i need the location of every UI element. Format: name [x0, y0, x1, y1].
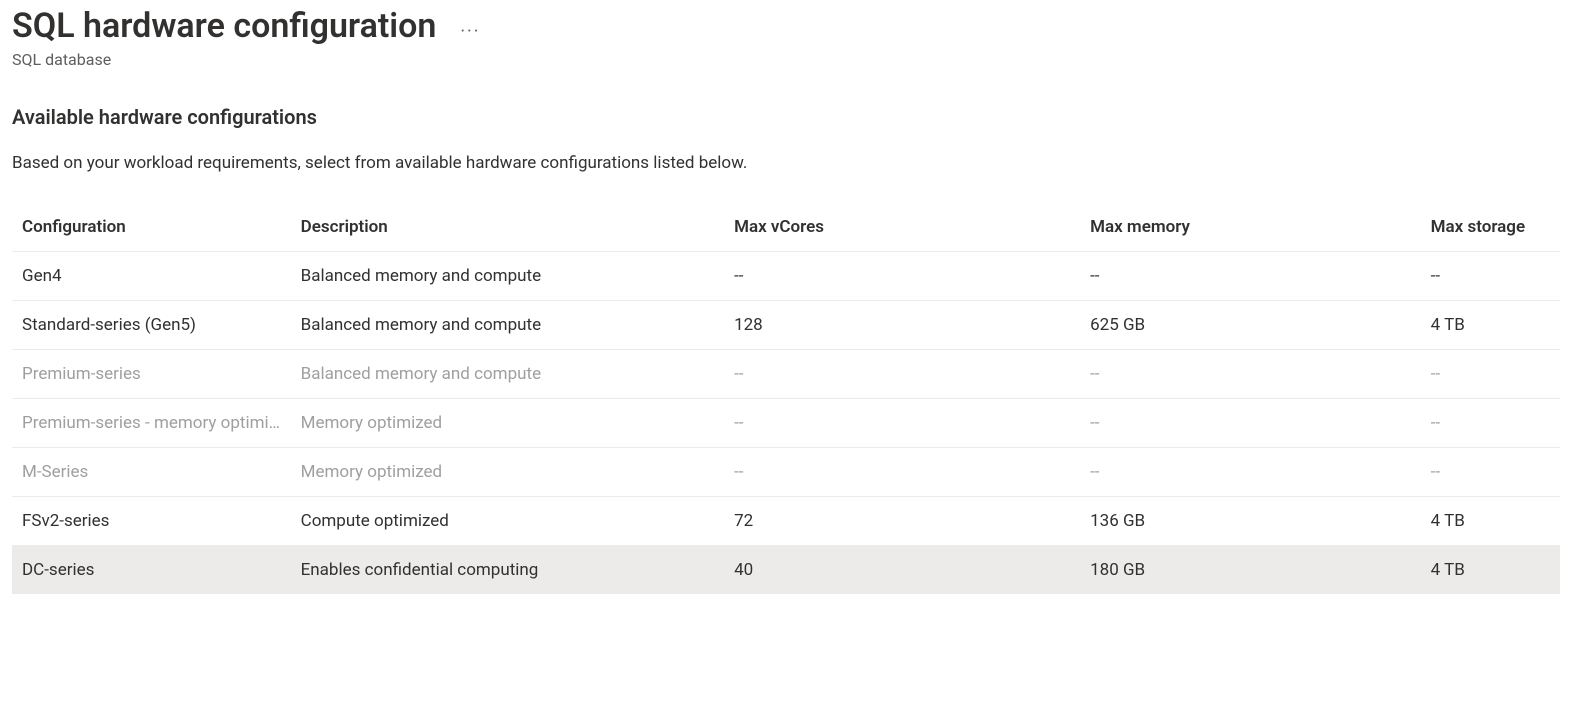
- table-header-row: Configuration Description Max vCores Max…: [12, 207, 1560, 252]
- section-description: Based on your workload requirements, sel…: [12, 153, 1560, 173]
- cell-configuration: Standard-series (Gen5): [12, 301, 291, 350]
- cell-max-memory: 180 GB: [1080, 546, 1421, 595]
- section-heading: Available hardware configurations: [12, 105, 1560, 129]
- cell-max-vcores: --: [724, 252, 1080, 301]
- cell-max-memory: --: [1080, 252, 1421, 301]
- cell-description: Balanced memory and compute: [291, 350, 724, 399]
- cell-configuration: Premium-series: [12, 350, 291, 399]
- col-header-description[interactable]: Description: [291, 207, 724, 252]
- cell-max-storage: --: [1421, 399, 1560, 448]
- cell-max-storage: --: [1421, 448, 1560, 497]
- table-row: M-SeriesMemory optimized------: [12, 448, 1560, 497]
- cell-max-vcores: --: [724, 399, 1080, 448]
- table-row[interactable]: FSv2-seriesCompute optimized72136 GB4 TB: [12, 497, 1560, 546]
- cell-description: Enables confidential computing: [291, 546, 724, 595]
- cell-max-memory: --: [1080, 350, 1421, 399]
- table-row: Premium-series - memory optimizedMemory …: [12, 399, 1560, 448]
- col-header-max-vcores[interactable]: Max vCores: [724, 207, 1080, 252]
- more-icon[interactable]: ···: [460, 11, 480, 42]
- cell-max-storage: 4 TB: [1421, 301, 1560, 350]
- cell-max-memory: 136 GB: [1080, 497, 1421, 546]
- col-header-max-memory[interactable]: Max memory: [1080, 207, 1421, 252]
- cell-max-storage: 4 TB: [1421, 497, 1560, 546]
- table-row[interactable]: DC-seriesEnables confidential computing4…: [12, 546, 1560, 595]
- table-row[interactable]: Standard-series (Gen5)Balanced memory an…: [12, 301, 1560, 350]
- cell-configuration: DC-series: [12, 546, 291, 595]
- hardware-config-table: Configuration Description Max vCores Max…: [12, 207, 1560, 594]
- cell-max-memory: 625 GB: [1080, 301, 1421, 350]
- cell-max-storage: 4 TB: [1421, 546, 1560, 595]
- cell-max-vcores: 40: [724, 546, 1080, 595]
- cell-description: Balanced memory and compute: [291, 301, 724, 350]
- table-row: Premium-seriesBalanced memory and comput…: [12, 350, 1560, 399]
- cell-description: Compute optimized: [291, 497, 724, 546]
- page-subtitle: SQL database: [12, 50, 1560, 69]
- cell-max-vcores: --: [724, 350, 1080, 399]
- table-row[interactable]: Gen4Balanced memory and compute------: [12, 252, 1560, 301]
- page-title: SQL hardware configuration: [12, 4, 436, 48]
- col-header-max-storage[interactable]: Max storage: [1421, 207, 1560, 252]
- cell-max-vcores: --: [724, 448, 1080, 497]
- cell-description: Balanced memory and compute: [291, 252, 724, 301]
- cell-configuration: FSv2-series: [12, 497, 291, 546]
- cell-description: Memory optimized: [291, 399, 724, 448]
- cell-configuration: Gen4: [12, 252, 291, 301]
- cell-max-vcores: 128: [724, 301, 1080, 350]
- cell-max-memory: --: [1080, 399, 1421, 448]
- cell-description: Memory optimized: [291, 448, 724, 497]
- cell-max-storage: --: [1421, 350, 1560, 399]
- cell-max-storage: --: [1421, 252, 1560, 301]
- cell-max-vcores: 72: [724, 497, 1080, 546]
- cell-max-memory: --: [1080, 448, 1421, 497]
- cell-configuration: M-Series: [12, 448, 291, 497]
- col-header-configuration[interactable]: Configuration: [12, 207, 291, 252]
- cell-configuration: Premium-series - memory optimized: [12, 399, 291, 448]
